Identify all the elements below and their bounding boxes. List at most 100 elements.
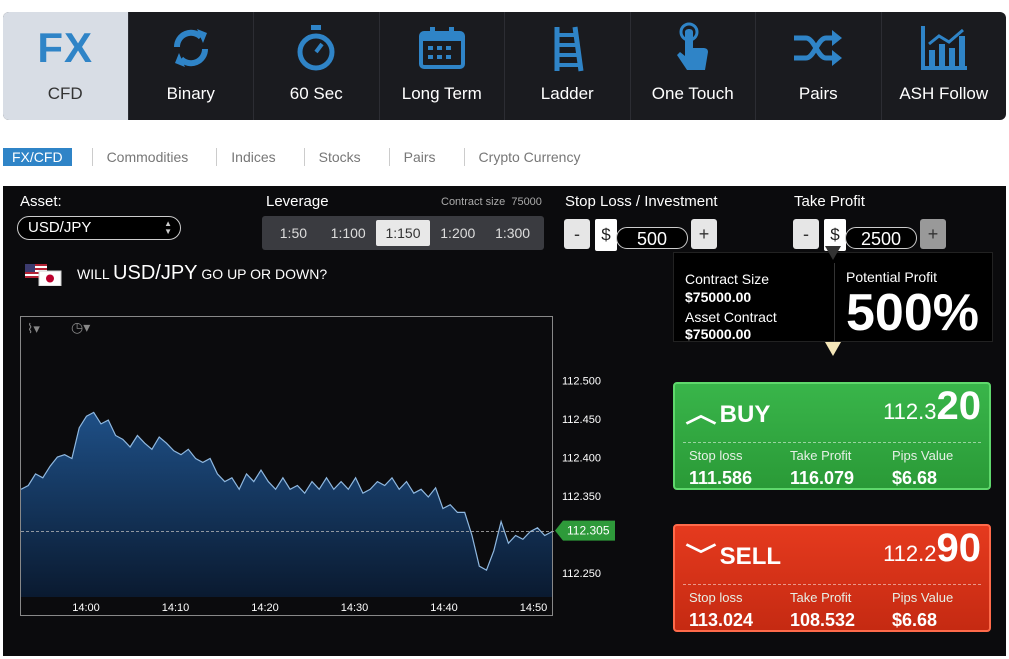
category-indices[interactable]: Indices <box>216 148 303 166</box>
sell-button[interactable]: ﹀ SELL 112.290 Stop loss Take Profit Pip… <box>673 524 991 632</box>
x-tick-label: 14:20 <box>251 602 279 614</box>
arrow-up-icon: ︿ <box>685 401 717 428</box>
tab-one-touch[interactable]: One Touch <box>631 12 756 120</box>
category-pairs[interactable]: Pairs <box>388 148 464 166</box>
sell-label: ﹀ SELL <box>685 536 782 571</box>
product-tab-bar: FX CFD Binary 60 Sec Long Term Ladder On… <box>3 12 1006 120</box>
tab-pairs[interactable]: Pairs <box>756 12 882 120</box>
question-suffix: GO UP OR DOWN? <box>201 266 328 282</box>
ladder-icon <box>537 20 597 76</box>
x-tick-label: 14:50 <box>520 602 548 614</box>
fx-logo-text: FX <box>37 24 94 71</box>
take-profit-plus-button[interactable]: + <box>920 219 946 249</box>
trade-question: WILL USD/JPY GO UP OR DOWN? <box>77 262 327 285</box>
category-commodities[interactable]: Commodities <box>91 148 217 166</box>
take-profit-input[interactable]: 2500 <box>845 227 917 249</box>
sell-take-profit-label: Take Profit <box>790 590 852 605</box>
tab-label: ASH Follow <box>899 84 989 103</box>
asset-contract-title: Asset Contract <box>685 309 777 325</box>
calendar-icon <box>412 20 472 76</box>
buy-button[interactable]: ︿ BUY 112.320 Stop loss Take Profit Pips… <box>673 382 991 490</box>
sell-label-text: SELL <box>719 543 782 570</box>
leverage-option-selected[interactable]: 1:150 <box>375 220 431 246</box>
slider-marker-bottom <box>825 342 841 356</box>
arrow-down-icon: ﹀ <box>685 543 717 570</box>
clock-icon[interactable]: ◷▾ <box>71 319 90 336</box>
bar-chart-icon <box>914 20 974 76</box>
x-tick-label: 14:10 <box>162 602 190 614</box>
tab-60-sec[interactable]: 60 Sec <box>254 12 380 120</box>
category-nav: FX/CFD Commodities Indices Stocks Pairs … <box>3 147 594 167</box>
leverage-option[interactable]: 1:100 <box>321 220 376 246</box>
asset-select-value: USD/JPY <box>28 219 92 236</box>
y-tick-label: 112.500 <box>562 376 601 388</box>
tab-long-term[interactable]: Long Term <box>380 12 505 120</box>
tab-label: 60 Sec <box>289 84 343 103</box>
category-stocks[interactable]: Stocks <box>303 148 389 166</box>
stop-loss-input[interactable]: 500 <box>616 227 688 249</box>
take-profit-minus-button[interactable]: - <box>793 219 819 249</box>
contract-size-label: Contract size <box>441 196 506 208</box>
leverage-label: Leverage <box>266 193 329 210</box>
price-chart: 14:00 14:10 14:20 14:30 14:40 14:50 ⌇▾ ◷▾ <box>20 316 554 616</box>
tab-cfd[interactable]: FX CFD <box>3 12 129 120</box>
x-tick-label: 14:40 <box>430 602 458 614</box>
y-tick-label: 112.350 <box>562 491 601 503</box>
sell-pips-label: Pips Value <box>892 590 954 605</box>
x-tick-label: 14:00 <box>72 602 100 614</box>
chevron-updown-icon: ▲ ▼ <box>164 219 172 236</box>
shuffle-icon <box>788 20 848 76</box>
category-fx-cfd[interactable]: FX/CFD <box>3 148 72 166</box>
chart-area: 14:00 14:10 14:20 14:30 14:40 14:50 <box>20 411 554 614</box>
buy-pips-label: Pips Value <box>892 448 954 463</box>
leverage-option[interactable]: 1:200 <box>430 220 485 246</box>
contract-info-box: Contract Size $75000.00 Asset Contract $… <box>673 252 993 343</box>
sell-price-main: 112.2 <box>883 541 937 566</box>
info-divider <box>834 263 835 343</box>
contract-size-title: Contract Size <box>685 271 770 287</box>
buy-stop-loss-value: 111.586 <box>689 468 753 488</box>
current-price-label: 112.305 <box>567 524 610 538</box>
leverage-option[interactable]: 1:50 <box>266 220 321 246</box>
sell-take-profit-value: 108.532 <box>790 610 856 630</box>
flag-icon <box>25 264 63 287</box>
leverage-selector: 1:50 1:100 1:150 1:200 1:300 <box>262 216 544 250</box>
stop-loss-minus-button[interactable]: - <box>564 219 590 249</box>
question-prefix: WILL <box>77 266 110 282</box>
contract-size-amount: $75000.00 <box>685 289 752 305</box>
trading-panel: Asset: USD/JPY ▲ ▼ Leverage Contract size… <box>3 186 1006 656</box>
touch-icon <box>663 20 723 76</box>
sell-stop-loss-label: Stop loss <box>689 590 743 605</box>
buy-pips-value: $6.68 <box>892 468 938 488</box>
tab-label: CFD <box>47 84 83 103</box>
sell-stop-loss-value: 113.024 <box>689 610 754 630</box>
tab-ladder[interactable]: Ladder <box>505 12 631 120</box>
take-profit-label: Take Profit <box>794 193 865 210</box>
fx-logo: FX <box>35 20 95 76</box>
tab-label: Pairs <box>798 84 838 103</box>
chart-type-icon[interactable]: ⌇▾ <box>27 321 40 337</box>
leverage-option[interactable]: 1:300 <box>485 220 540 246</box>
divider <box>683 584 981 585</box>
tab-ash-follow[interactable]: ASH Follow <box>882 12 1007 120</box>
buy-price: 112.320 <box>883 384 981 429</box>
category-crypto-currency[interactable]: Crypto Currency <box>463 148 595 166</box>
stop-loss-plus-button[interactable]: + <box>691 219 717 249</box>
tab-binary[interactable]: Binary <box>129 12 254 120</box>
buy-price-pips: 20 <box>936 384 982 428</box>
y-tick-label: 112.400 <box>562 453 601 465</box>
buy-take-profit-value: 116.079 <box>790 468 855 488</box>
buy-take-profit-label: Take Profit <box>790 448 852 463</box>
tab-label: Long Term <box>401 84 482 103</box>
y-tick-label: 112.450 <box>562 414 601 426</box>
potential-profit-value: 500% <box>846 284 979 342</box>
asset-select[interactable]: USD/JPY ▲ ▼ <box>17 216 181 240</box>
sell-price-pips: 90 <box>936 526 982 570</box>
tab-label: Binary <box>166 84 215 103</box>
buy-stop-loss-label: Stop loss <box>689 448 743 463</box>
buy-label-text: BUY <box>719 401 771 428</box>
buy-price-main: 112.3 <box>883 399 937 424</box>
stopwatch-icon <box>286 20 346 76</box>
divider <box>683 442 981 443</box>
tab-label: Ladder <box>540 84 594 103</box>
